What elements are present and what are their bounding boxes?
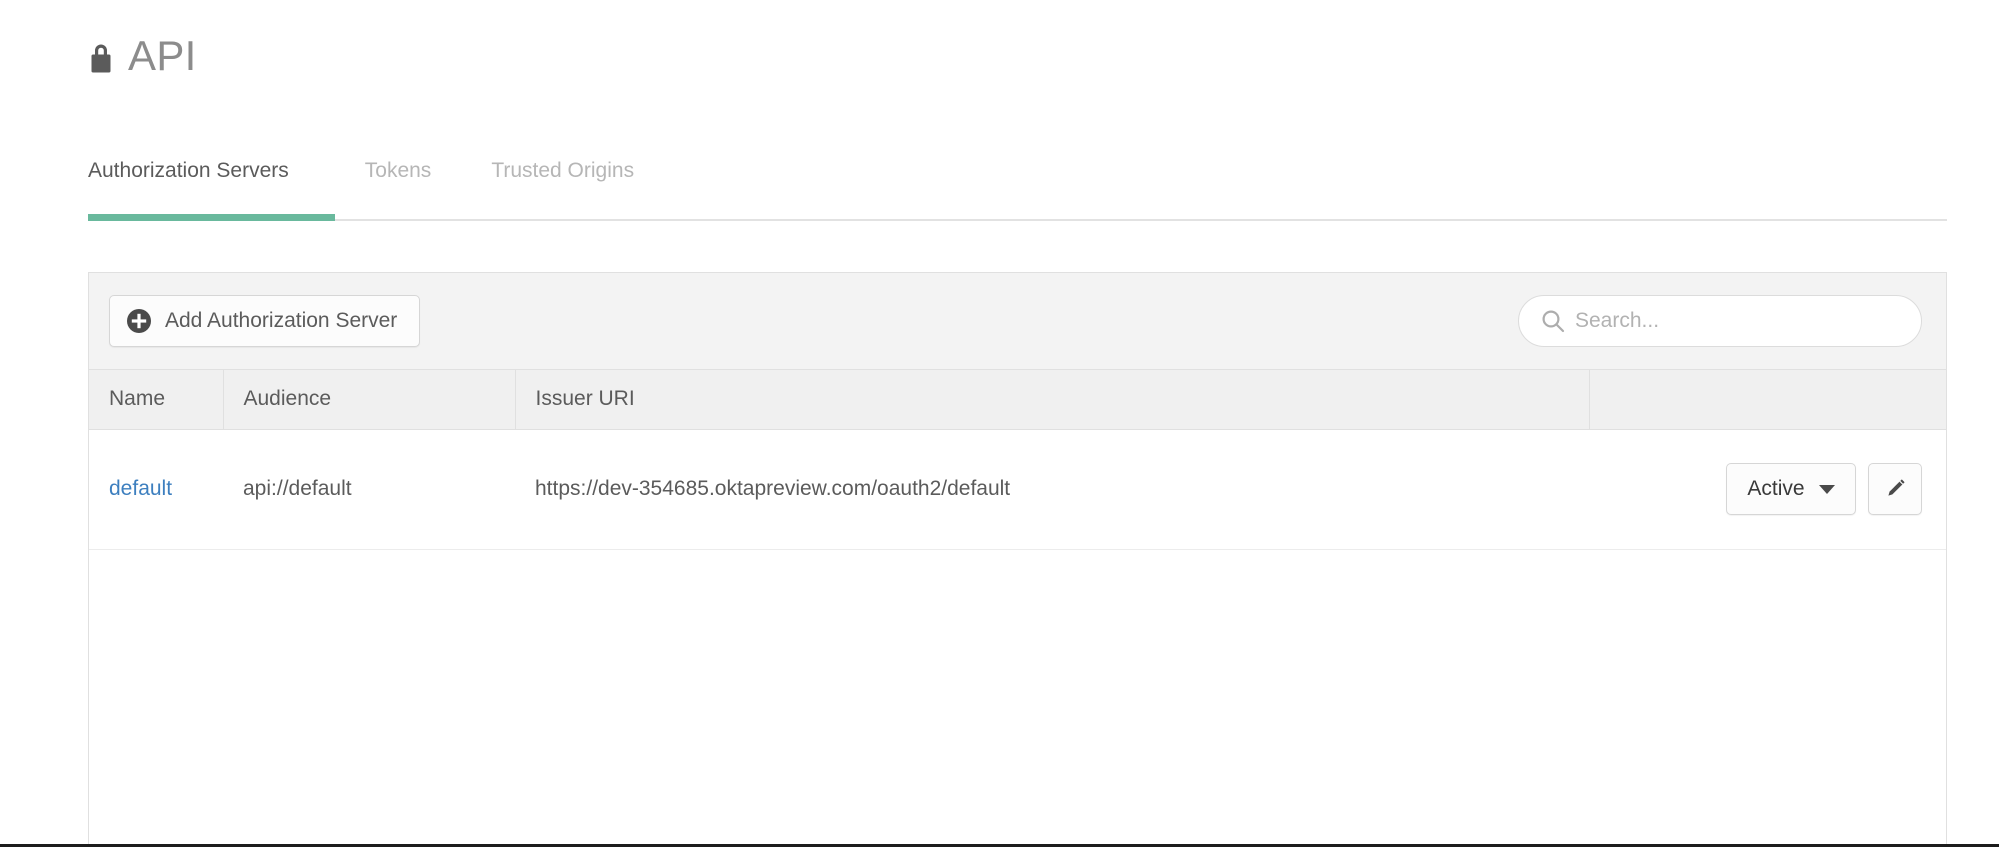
api-page: API Authorization Servers Tokens Trusted… bbox=[0, 0, 1999, 847]
table-header-row: Name Audience Issuer URI bbox=[89, 370, 1946, 430]
tab-label: Authorization Servers bbox=[88, 159, 289, 182]
column-header-audience[interactable]: Audience bbox=[223, 370, 516, 430]
tab-tokens[interactable]: Tokens bbox=[335, 146, 462, 219]
lock-icon bbox=[88, 41, 114, 75]
status-label: Active bbox=[1747, 477, 1805, 500]
row-actions: Active bbox=[1589, 463, 1922, 515]
cell-actions: Active bbox=[1589, 429, 1946, 550]
authorization-server-link[interactable]: default bbox=[109, 477, 172, 500]
panel-toolbar: Add Authorization Server bbox=[89, 273, 1946, 370]
authorization-servers-panel: Add Authorization Server Name Aud bbox=[88, 272, 1947, 847]
pencil-icon bbox=[1882, 476, 1908, 502]
tab-list: Authorization Servers Tokens Trusted Ori… bbox=[88, 146, 1947, 221]
tab-authorization-servers[interactable]: Authorization Servers bbox=[88, 146, 335, 221]
table-row: default api://default https://dev-354685… bbox=[89, 429, 1946, 550]
tab-trusted-origins[interactable]: Trusted Origins bbox=[461, 146, 664, 219]
tab-label: Trusted Origins bbox=[491, 159, 635, 182]
column-header-issuer-uri[interactable]: Issuer URI bbox=[515, 370, 1590, 430]
page-header: API bbox=[88, 28, 197, 84]
status-dropdown[interactable]: Active bbox=[1726, 463, 1856, 515]
add-authorization-server-label: Add Authorization Server bbox=[165, 309, 398, 332]
search-input[interactable] bbox=[1518, 295, 1922, 347]
chevron-down-icon bbox=[1818, 484, 1835, 494]
edit-button[interactable] bbox=[1868, 463, 1922, 515]
plus-circle-icon bbox=[126, 308, 152, 334]
add-authorization-server-button[interactable]: Add Authorization Server bbox=[109, 295, 421, 347]
page-title: API bbox=[128, 32, 197, 79]
tabbar: Authorization Servers Tokens Trusted Ori… bbox=[88, 146, 1947, 221]
table-header: Name Audience Issuer URI bbox=[89, 370, 1946, 430]
cell-audience: api://default bbox=[223, 429, 515, 550]
tab-label: Tokens bbox=[364, 159, 432, 182]
authorization-servers-table: Name Audience Issuer URI default api://d… bbox=[89, 370, 1946, 550]
cell-issuer-uri: https://dev-354685.oktapreview.com/oauth… bbox=[515, 429, 1589, 550]
column-header-name[interactable]: Name bbox=[89, 370, 224, 430]
cell-name: default bbox=[89, 429, 223, 550]
table-body: default api://default https://dev-354685… bbox=[89, 429, 1946, 550]
column-header-actions bbox=[1589, 370, 1946, 430]
search-box bbox=[1518, 295, 1922, 347]
